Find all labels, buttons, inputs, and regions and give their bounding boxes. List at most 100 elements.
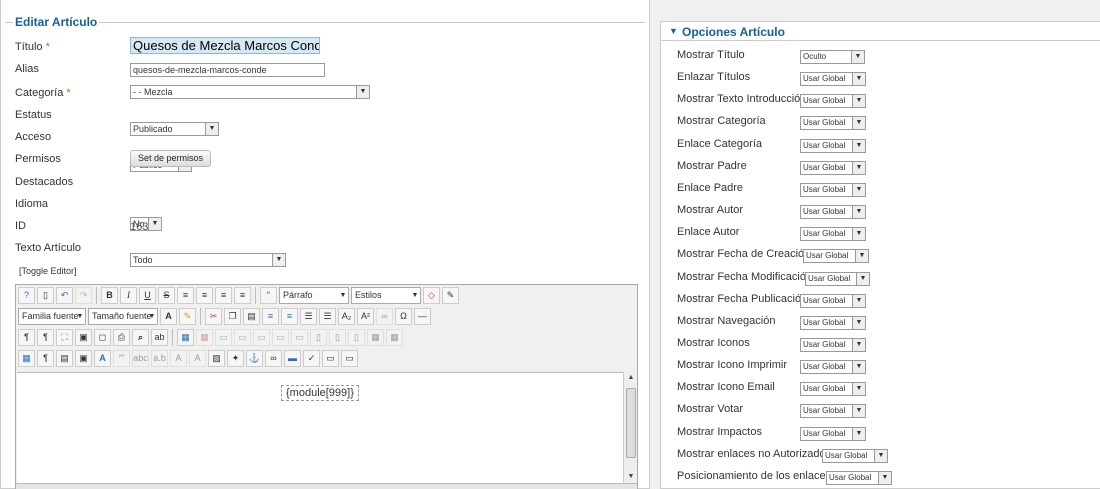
option-select[interactable]: Usar Global ▼ [800,337,866,352]
align-center-icon[interactable]: ≡ [196,287,213,304]
special-char-icon[interactable]: Ω [395,308,412,325]
table-icon[interactable]: ▦ [177,329,194,346]
option-select[interactable]: Usar Global ▼ [800,382,866,397]
pagebreak-icon[interactable]: ▭ [322,350,339,367]
help-icon[interactable]: ? [18,287,35,304]
option-select[interactable]: Usar Global ▼ [800,182,866,197]
rtl-icon[interactable]: ¶ [37,329,54,346]
col-before-icon[interactable]: ▯ [310,329,327,346]
merge-cells-icon[interactable]: ▭ [272,329,289,346]
link-insert-icon[interactable]: ∞ [265,350,282,367]
option-select[interactable]: Usar Global ▼ [800,315,866,330]
row-props-icon[interactable]: ▭ [253,329,270,346]
option-select[interactable]: Usar Global ▼ [800,72,866,87]
fullscreen-icon[interactable]: ⛶ [56,329,73,346]
italic-icon[interactable]: I [120,287,137,304]
option-select[interactable]: Usar Global ▼ [800,227,866,242]
underline-icon[interactable]: U [139,287,156,304]
visual-aid-icon[interactable]: ▦ [18,350,35,367]
preview-icon[interactable]: ▣ [75,329,92,346]
copy-icon[interactable]: ❐ [224,308,241,325]
table-props-icon[interactable]: ▦ [386,329,403,346]
print-icon[interactable]: ⎙ [113,329,130,346]
undo-icon[interactable]: ↶ [56,287,73,304]
row-after-icon[interactable]: ▭ [234,329,251,346]
editor-scrollbar[interactable]: ▲ ▼ [623,372,637,483]
option-select[interactable]: Usar Global ▼ [800,205,866,220]
template-icon[interactable]: ▤ [56,350,73,367]
subscript-icon[interactable]: A₂ [338,308,355,325]
layer-icon[interactable]: ✦ [227,350,244,367]
find-icon[interactable]: ⌕ [132,329,149,346]
cell-props-icon[interactable]: ▦ [367,329,384,346]
editor-content-area[interactable]: {module[999]} [17,372,623,483]
spellcheck-icon[interactable]: ✓ [303,350,320,367]
strikethrough-icon[interactable]: S [158,287,175,304]
split-cells-icon[interactable]: ▭ [291,329,308,346]
ltr-icon[interactable]: ¶ [18,329,35,346]
font-size-select[interactable]: Tamaño fuente ▼ [88,308,158,325]
eraser-icon[interactable]: ◇ [423,287,440,304]
option-select[interactable]: Usar Global ▼ [800,160,866,175]
estatus-select[interactable]: Publicado ▼ [130,122,219,136]
attributes-icon[interactable]: A [189,350,206,367]
option-select[interactable]: Usar Global ▼ [800,293,866,308]
new-document-icon[interactable]: ▯ [37,287,54,304]
delete-col-icon[interactable]: ▯ [348,329,365,346]
image-icon[interactable]: ▣ [75,350,92,367]
blockquote-icon[interactable]: “ [260,287,277,304]
anchor-icon[interactable]: ⚓ [246,350,263,367]
pilcrow-icon[interactable]: ¶ [37,350,54,367]
categoria-select[interactable]: - - Mezcla ▼ [130,85,370,99]
option-select[interactable]: Usar Global ▼ [800,94,866,109]
cut-icon[interactable]: ✂ [205,308,222,325]
justify-icon[interactable]: ≡ [177,287,194,304]
indent-icon[interactable]: ≡ [281,308,298,325]
option-select[interactable]: Usar Global ▼ [800,404,866,419]
text-color-icon[interactable]: A [160,308,177,325]
paste-icon[interactable]: ▤ [243,308,260,325]
align-right-icon[interactable]: ≡ [234,287,251,304]
idioma-select[interactable]: Todo ▼ [130,253,286,267]
align-left-icon[interactable]: ≡ [215,287,232,304]
delete-text-icon[interactable]: A [170,350,187,367]
option-select[interactable]: Usar Global ▼ [826,470,892,485]
bold-icon[interactable]: B [101,287,118,304]
replace-icon[interactable]: ab [151,329,168,346]
format-painter-icon[interactable]: ✎ [442,287,459,304]
option-select[interactable]: Usar Global ▼ [822,448,888,463]
alias-input[interactable]: quesos-de-mezcla-marcos-conde [130,63,325,77]
titulo-input[interactable]: Quesos de Mezcla Marcos Conde [130,37,320,54]
scroll-down-icon[interactable]: ▼ [624,471,638,483]
link-icon[interactable]: ∞ [376,308,393,325]
col-after-icon[interactable]: ▯ [329,329,346,346]
option-select[interactable]: Usar Global ▼ [803,249,869,264]
media-icon[interactable]: ▨ [208,350,225,367]
font-family-select[interactable]: Familia fuente ▼ [18,308,86,325]
article-options-header[interactable]: ▼ Opciones Artículo [661,22,1100,41]
scroll-up-icon[interactable]: ▲ [624,372,638,384]
bullet-list-icon[interactable]: ☰ [319,308,336,325]
row-before-icon[interactable]: ▭ [215,329,232,346]
acronym-icon[interactable]: abc [132,350,149,367]
redo-icon[interactable]: ↷ [75,287,92,304]
styles-select[interactable]: Estilos ▼ [351,287,421,304]
option-select[interactable]: Oculto ▼ [800,50,865,64]
set-permisos-button[interactable]: Set de permisos [130,150,212,167]
option-select[interactable]: Usar Global ▼ [805,271,870,286]
scroll-thumb[interactable] [626,388,636,458]
delete-table-icon[interactable]: ▦ [196,329,213,346]
abbreviation-icon[interactable]: A [94,350,111,367]
code-icon[interactable]: ◻ [94,329,111,346]
embed-icon[interactable]: ▬ [284,350,301,367]
readmore-icon[interactable]: ▭ [341,350,358,367]
option-select[interactable]: Usar Global ▼ [800,138,866,153]
option-select[interactable]: Usar Global ▼ [800,360,866,375]
option-select[interactable]: Usar Global ▼ [800,426,866,441]
highlight-icon[interactable]: ✎ [179,308,196,325]
numbered-list-icon[interactable]: ☰ [300,308,317,325]
cite-icon[interactable]: “” [113,350,130,367]
outdent-icon[interactable]: ≡ [262,308,279,325]
superscript-icon[interactable]: A² [357,308,374,325]
toggle-editor-link[interactable]: [Toggle Editor] [19,266,77,276]
